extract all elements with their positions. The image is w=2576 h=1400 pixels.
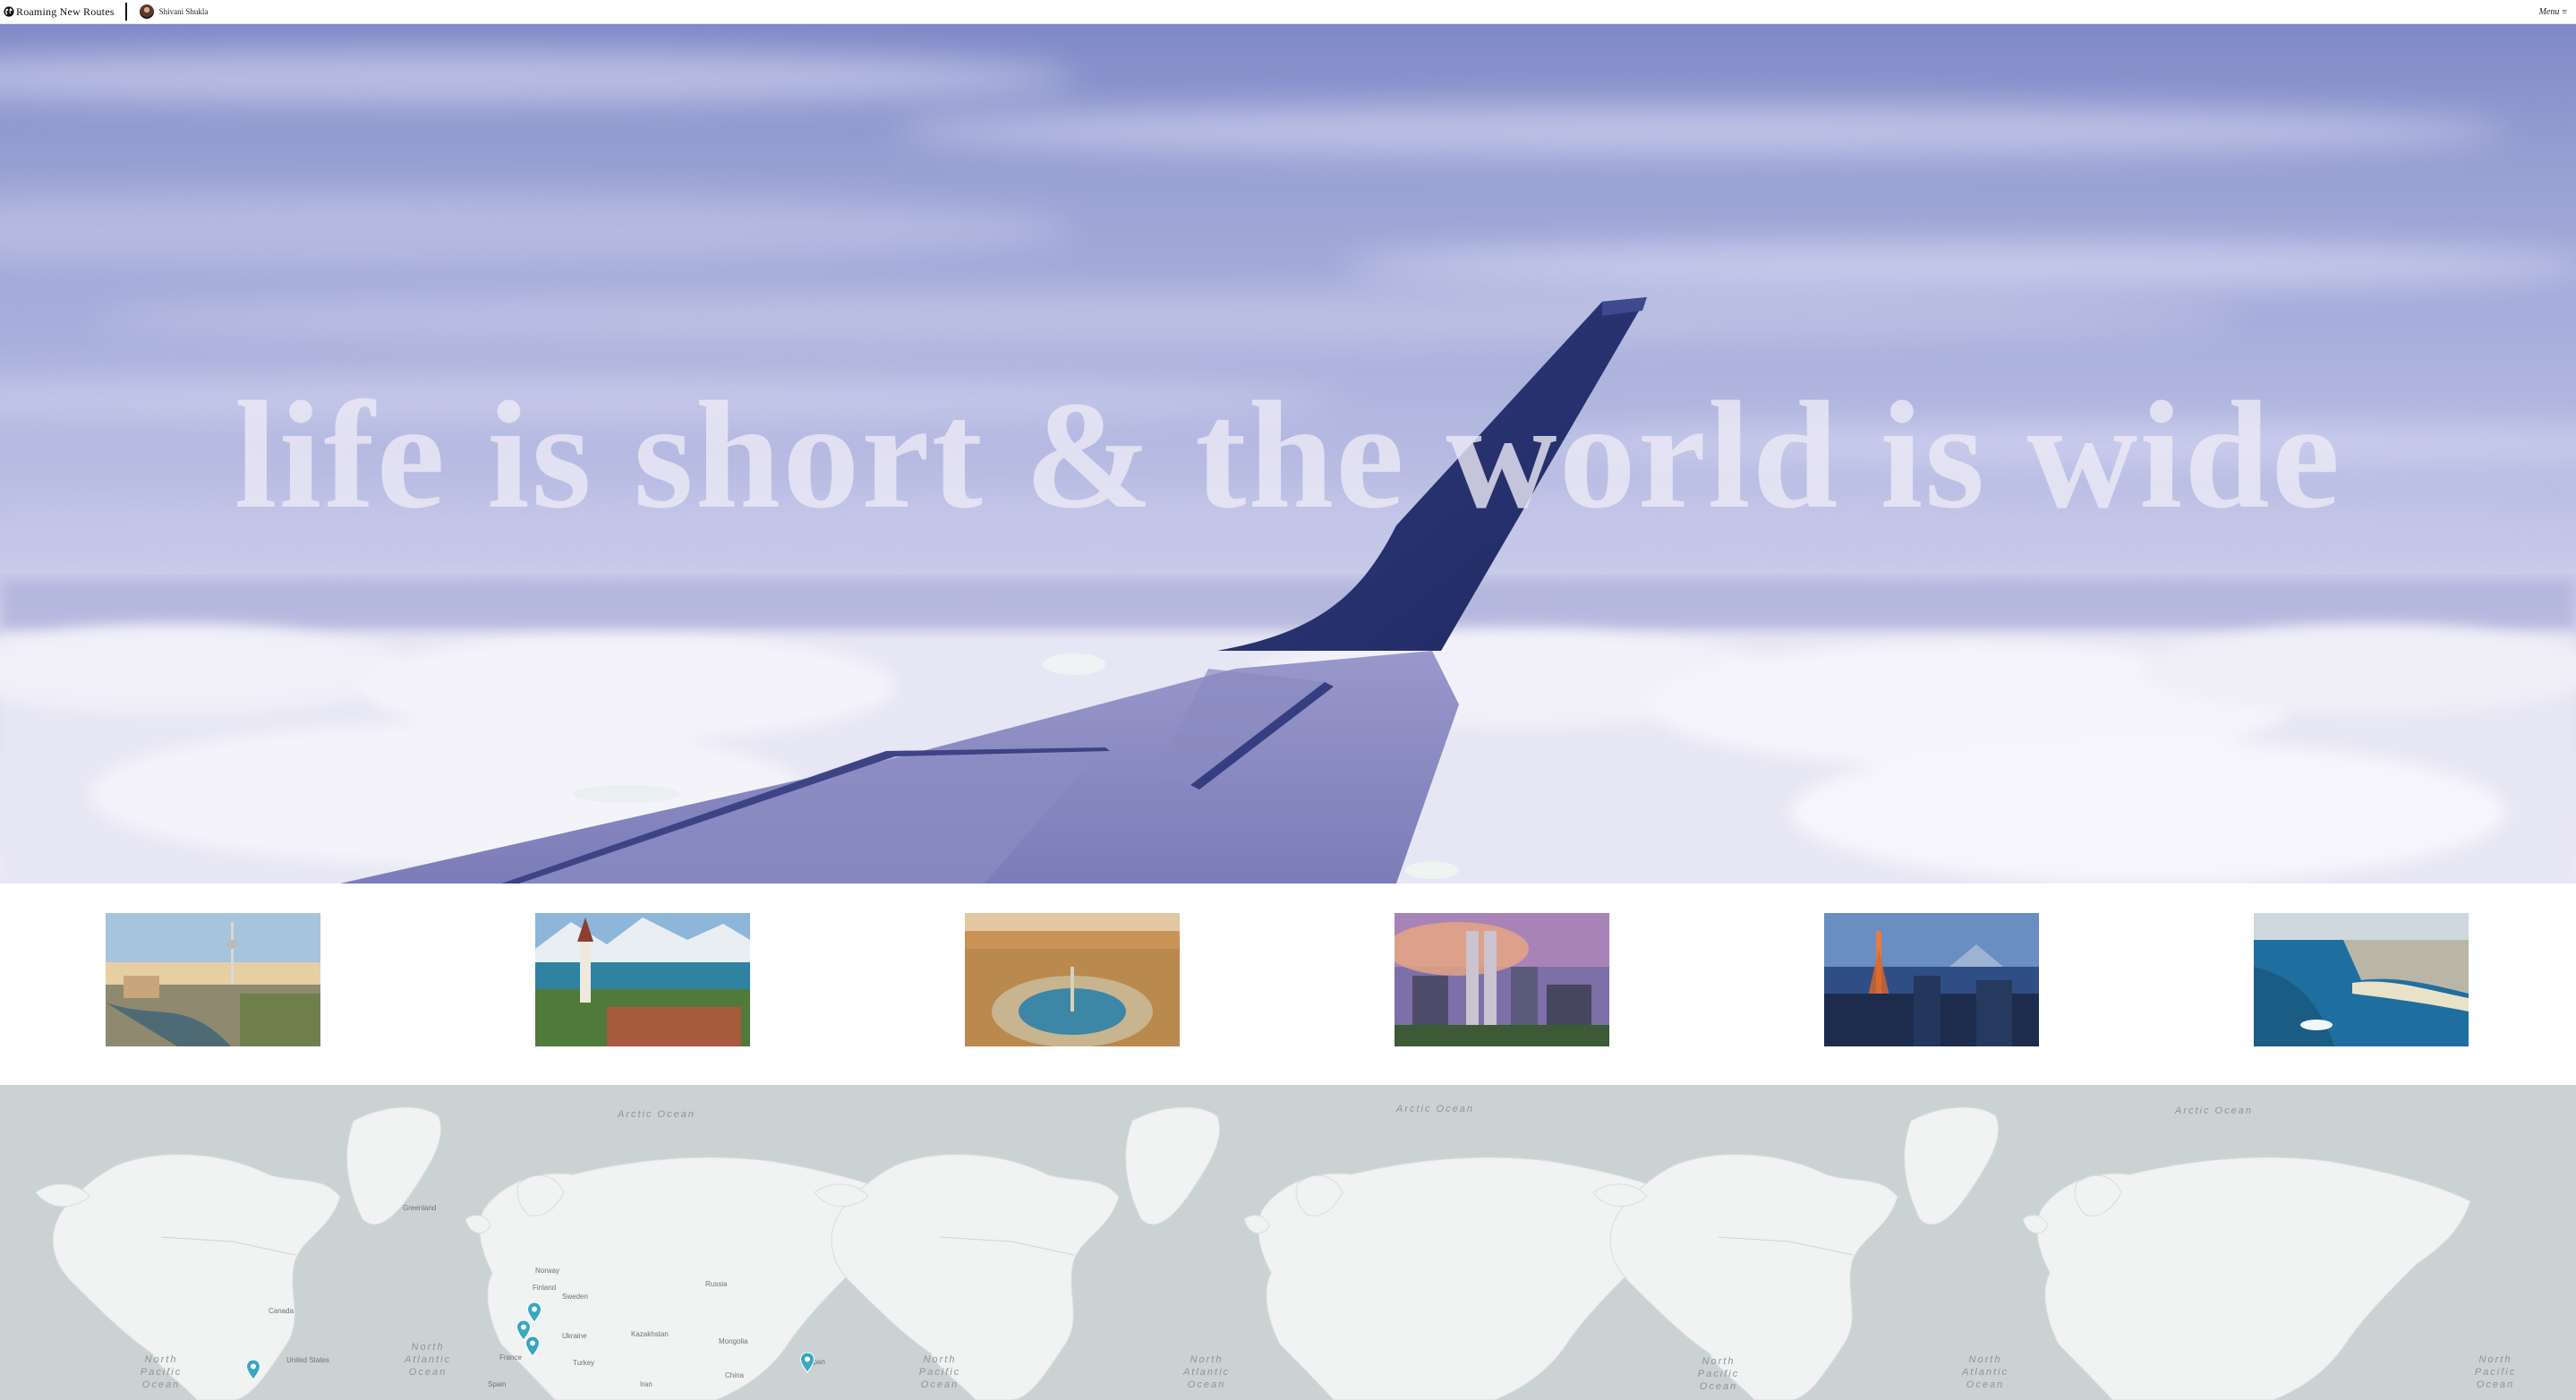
- land-label: United States: [286, 1356, 330, 1364]
- travel-map[interactable]: Arctic Ocean Arctic Ocean Arctic Ocean N…: [0, 1085, 2576, 1400]
- land-label: Turkey: [573, 1359, 595, 1367]
- land-label: Ukraine: [562, 1332, 587, 1340]
- ocean-label: North Pacific Ocean: [140, 1354, 183, 1390]
- destination-thumbnail[interactable]: [1395, 913, 1609, 1046]
- destination-thumbnail[interactable]: [535, 913, 750, 1046]
- destination-thumbnail[interactable]: [965, 913, 1180, 1046]
- globe-icon: [4, 6, 14, 17]
- hero-banner: life is short & the world is wide: [0, 24, 2576, 884]
- ocean-label: North Atlantic Ocean: [1182, 1354, 1231, 1390]
- menu-label: Menu: [2538, 7, 2560, 17]
- ocean-label: Arctic Ocean: [1396, 1104, 1474, 1114]
- land-label: Greenland: [403, 1204, 437, 1212]
- destination-thumbnail[interactable]: [106, 913, 320, 1046]
- author-name: Shivani Shukla: [158, 7, 209, 16]
- land-label: Norway: [535, 1267, 560, 1275]
- land-label: France: [499, 1353, 522, 1362]
- land-label: Finland: [533, 1284, 557, 1292]
- map-pin-icon[interactable]: [525, 1336, 541, 1357]
- night-skyline-image: [1824, 913, 2039, 1046]
- ocean-label: Arctic Ocean: [618, 1109, 695, 1120]
- land-label: Sweden: [562, 1293, 588, 1301]
- menu-button[interactable]: Menu ≡: [2539, 0, 2567, 24]
- hero-tagline: life is short & the world is wide: [234, 371, 2342, 541]
- ocean-label: North Atlantic Ocean: [404, 1342, 452, 1378]
- land-label: Iran: [640, 1380, 653, 1388]
- city-river-image: [106, 913, 320, 1046]
- map-pin-icon[interactable]: [245, 1359, 261, 1380]
- square-aerial-image: [965, 913, 1180, 1046]
- destination-thumbnail[interactable]: [1824, 913, 2039, 1046]
- destination-thumbnail[interactable]: [2254, 913, 2469, 1046]
- brand-link[interactable]: Roaming New Routes: [4, 0, 115, 24]
- destination-gallery: [0, 884, 2576, 1085]
- land-label: Russia: [705, 1280, 728, 1288]
- top-navigation-bar: Roaming New Routes Shivani Shukla Menu ≡: [0, 0, 2576, 24]
- map-pin-icon[interactable]: [799, 1352, 815, 1373]
- map-pin-icon[interactable]: [526, 1302, 542, 1323]
- hamburger-icon: ≡: [2562, 7, 2567, 17]
- land-label: Mongolia: [719, 1337, 748, 1345]
- ocean-label: Arctic Ocean: [2175, 1105, 2253, 1116]
- land-label: Spain: [488, 1380, 507, 1388]
- brand-name: Roaming New Routes: [16, 4, 115, 18]
- land-label: Canada: [269, 1307, 294, 1315]
- coastal-beach-image: [2254, 913, 2469, 1046]
- ocean-label: North Atlantic Ocean: [1961, 1354, 2009, 1390]
- skyline-sunset-image: [1395, 913, 1609, 1046]
- land-label: Kazakhstan: [631, 1330, 669, 1338]
- alpine-lake-image: [535, 913, 750, 1046]
- ocean-label: North Pacific Ocean: [2474, 1354, 2517, 1390]
- ocean-label: North Pacific Ocean: [1697, 1356, 1740, 1392]
- header-divider: [124, 3, 127, 21]
- author-link[interactable]: Shivani Shukla: [139, 4, 209, 19]
- world-map-tiles: [35, 1106, 2471, 1400]
- ocean-label: North Pacific Ocean: [918, 1354, 961, 1390]
- land-label: China: [725, 1371, 744, 1379]
- avatar: [139, 4, 154, 19]
